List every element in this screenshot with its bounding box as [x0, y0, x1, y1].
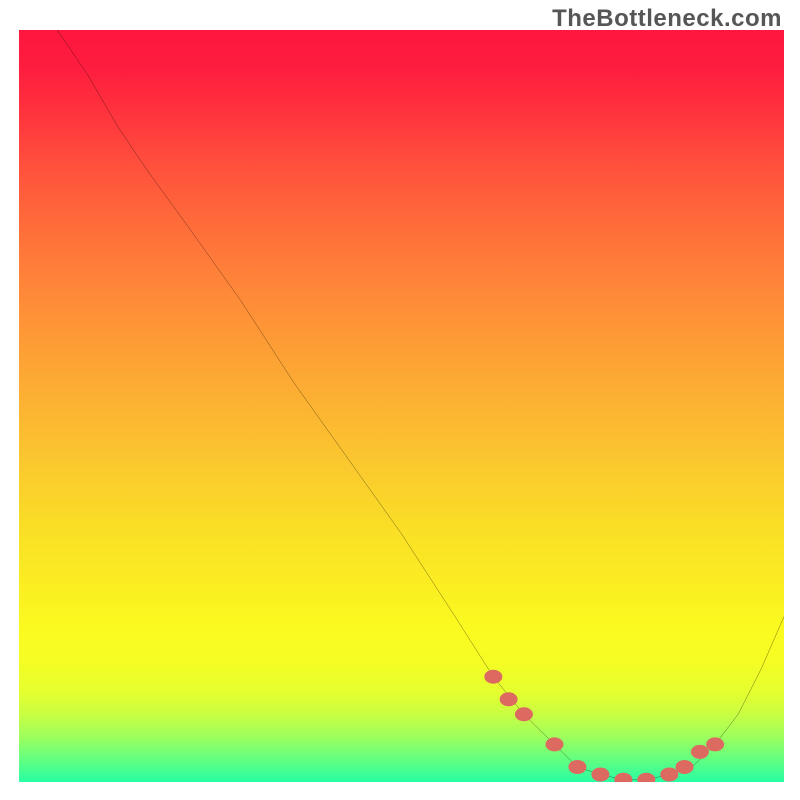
chart-root: TheBottleneck.com — [0, 0, 800, 800]
curve-marker — [484, 670, 502, 684]
curve-marker — [546, 737, 564, 751]
curve-marker — [614, 773, 632, 782]
curve-marker — [676, 760, 694, 774]
curve-marker — [515, 707, 533, 721]
curve-marker — [591, 768, 609, 782]
chart-markers — [19, 30, 784, 782]
chart-curve — [19, 30, 784, 782]
chart-plot-area — [19, 30, 784, 782]
curve-marker — [568, 760, 586, 774]
curve-marker — [691, 745, 709, 759]
curve-marker — [500, 692, 518, 706]
curve-marker — [660, 768, 678, 782]
curve-marker — [706, 737, 724, 751]
curve-marker — [637, 773, 655, 782]
watermark-text: TheBottleneck.com — [552, 5, 782, 33]
